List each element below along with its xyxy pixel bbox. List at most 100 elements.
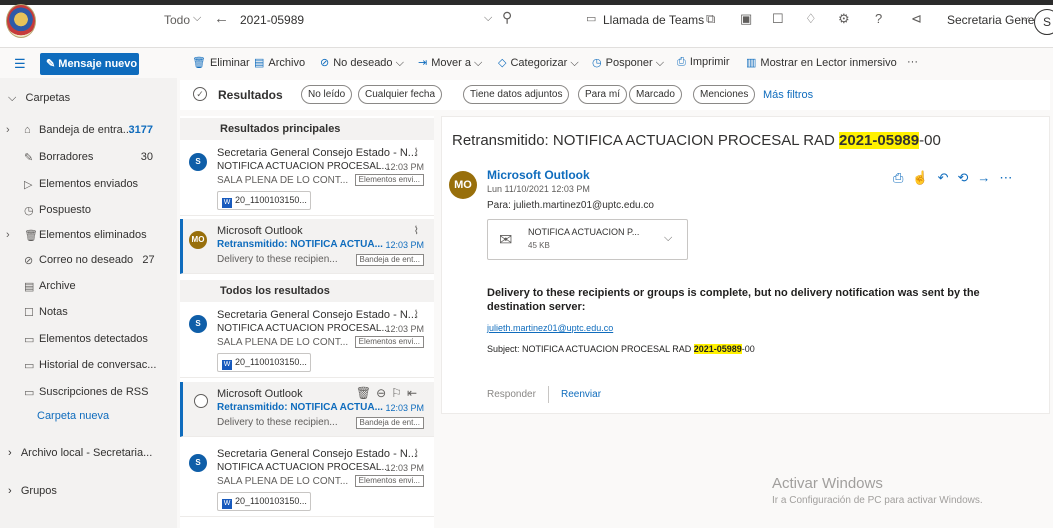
chevron-down-icon[interactable]: ⌵ [664, 232, 672, 245]
gear-icon[interactable]: ⚙ [838, 11, 850, 27]
delete-button[interactable]: 🗑 Eliminar [192, 56, 250, 69]
paperclip-icon: ⌇ [413, 147, 419, 159]
folder-icon: ▭ [24, 387, 35, 399]
list-item[interactable]: S Secretaria General Consejo Estado - N.… [180, 442, 434, 517]
local-archive-header[interactable]: › Archivo local - Secretaria... [8, 447, 152, 459]
folders-header[interactable]: ⌵ Carpetas [8, 92, 70, 105]
folder-tag[interactable]: Elementos envi... [354, 475, 424, 487]
list-item[interactable]: S Secretaria General Consejo Estado - N.… [180, 303, 434, 378]
move-icon: ⇥ [418, 57, 428, 69]
check-circle-icon[interactable]: ✓ [193, 87, 207, 101]
flag-icon[interactable]: ⚐ [391, 386, 407, 400]
filter-has-attachments[interactable]: Tiene datos adjuntos [463, 85, 570, 104]
help-icon[interactable]: ? [875, 11, 882, 26]
teams-call-button[interactable]: Llamada de Teams [603, 13, 704, 27]
word-icon[interactable]: ▣ [740, 11, 752, 27]
attachment-chip[interactable]: W 20_1100103150... [217, 353, 311, 372]
search-input[interactable]: 2021-05989 [240, 13, 304, 27]
reply-icon[interactable]: ↶ [938, 170, 958, 185]
chevron-right-icon[interactable]: › [6, 124, 10, 136]
junk-button[interactable]: ⊘ No deseado ⌵ [320, 56, 404, 70]
megaphone-icon[interactable]: ⊲ [911, 11, 922, 27]
reply-all-icon[interactable]: ⟲ [958, 170, 978, 185]
block-icon: ⊘ [24, 255, 34, 267]
attachment-card[interactable]: ✉ NOTIFICA ACTUACION P... 45 KB ⌵ [487, 219, 688, 260]
like-icon[interactable]: ☝ [912, 170, 937, 185]
sender-name[interactable]: Microsoft Outlook [487, 168, 590, 182]
print-button[interactable]: ⎙ Imprimir [677, 56, 730, 69]
title-text: Retransmitido: NOTIFICA ACTUACION PROCES… [452, 132, 840, 149]
envelope-open-icon[interactable]: ⊖ [376, 386, 391, 400]
list-item[interactable]: S Secretaria General Consejo Estado - N.… [180, 141, 434, 216]
immersive-reader-button[interactable]: ▥ Mostrar en Lector inmersivo [746, 56, 897, 69]
message-time: 12:03 PM [385, 162, 424, 172]
search-scope[interactable]: Todo [164, 13, 190, 27]
folder-tag[interactable]: Bandeja de ent... [355, 254, 424, 266]
junk-label: No deseado [333, 57, 393, 69]
attachment-chip[interactable]: W 20_1100103150... [217, 492, 311, 511]
attachment-name: 20_1100103150... [235, 357, 307, 367]
forward-icon[interactable]: → [977, 170, 999, 185]
chat-icon[interactable]: ⧉ [706, 11, 715, 27]
select-checkbox[interactable] [194, 394, 208, 408]
filter-mentions[interactable]: Menciones [693, 85, 756, 104]
filter-to-me[interactable]: Para mí [578, 85, 628, 104]
chevron-down-icon[interactable]: ⌵ [484, 12, 492, 25]
archive-label: Archivo [268, 57, 306, 69]
message-subject: Retransmitido: NOTIFICA ACTUA... [217, 239, 383, 250]
trash-icon[interactable]: 🗑 [356, 386, 376, 400]
categorize-button[interactable]: ◇ Categorizar ⌵ [498, 56, 579, 70]
hamburger-menu-icon[interactable]: ☰ [14, 56, 26, 72]
new-folder-link[interactable]: Carpeta nueva [37, 410, 109, 422]
chevron-right-icon: › [8, 485, 12, 497]
chevron-right-icon: › [8, 447, 12, 459]
snooze-button[interactable]: ◷ Posponer ⌵ [592, 56, 664, 70]
more-filters-link[interactable]: Más filtros [763, 89, 813, 101]
avatar[interactable]: MO [449, 171, 477, 199]
folder-tag[interactable]: Bandeja de ent... [355, 417, 424, 429]
back-arrow-icon[interactable]: ← [214, 10, 229, 27]
pencil-icon: ✎ [24, 152, 34, 164]
bell-icon[interactable]: ♢ [805, 11, 817, 27]
message-preview: Delivery to these recipien... [217, 254, 338, 265]
pin-icon[interactable]: ⇤ [407, 386, 422, 400]
forward-button[interactable]: Reenviar [561, 389, 601, 400]
top-results-header: Resultados principales [180, 118, 434, 140]
folder-tag[interactable]: Elementos envi... [354, 174, 424, 186]
filter-flagged[interactable]: Marcado [629, 85, 682, 104]
folder-tag[interactable]: Elementos envi... [354, 336, 424, 348]
item-count: 27 [142, 254, 155, 266]
more-icon[interactable]: ⋯ [999, 170, 1021, 185]
avatar[interactable]: S [1034, 9, 1053, 35]
new-message-label: Mensaje nuevo [58, 58, 138, 70]
move-to-button[interactable]: ⇥ Mover a ⌵ [418, 56, 482, 70]
new-message-button[interactable]: ✎ Mensaje nuevo [40, 53, 139, 75]
subject-suffix: -00 [741, 344, 755, 354]
message-sender: Microsoft Outlook [217, 225, 303, 237]
groups-header[interactable]: › Grupos [8, 485, 57, 497]
feedback-icon[interactable]: ☐ [772, 11, 784, 27]
printer-icon[interactable]: ⎙ [893, 170, 912, 185]
more-options-button[interactable]: ··· [907, 56, 918, 68]
filter-unread[interactable]: No leído [301, 85, 353, 104]
list-item[interactable]: Microsoft Outlook 🗑⊖⚐⇤ Retransmitido: NO… [180, 382, 434, 437]
list-item[interactable]: MO Microsoft Outlook ⌇ Retransmitido: NO… [180, 219, 434, 274]
chevron-right-icon[interactable]: › [6, 229, 10, 241]
chevron-down-icon: ⌵ [8, 92, 17, 104]
organization-logo[interactable] [6, 4, 36, 38]
chevron-down-icon[interactable]: ⌵ [1021, 12, 1029, 25]
attachment-name: 20_1100103150... [235, 496, 307, 506]
attachment-chip[interactable]: W 20_1100103150... [217, 191, 311, 210]
subject-text: Subject: NOTIFICA ACTUACION PROCESAL RAD [487, 344, 694, 354]
reply-button[interactable]: Responder [487, 389, 536, 400]
archive-button[interactable]: ▤ Archivo [254, 56, 305, 69]
message-subject: NOTIFICA ACTUACION PROCESAL... [217, 161, 390, 172]
message-sender: Secretaria General Consejo Estado - N... [217, 309, 417, 321]
note-icon: ☐ [24, 307, 34, 319]
recipient-link[interactable]: julieth.martinez01@uptc.edu.co [487, 323, 613, 333]
chevron-down-icon[interactable]: ⌵ [193, 12, 201, 25]
unread-count: 3177 [128, 124, 153, 136]
filter-any-date[interactable]: Cualquier fecha [358, 85, 443, 104]
video-call-icon[interactable]: ▭ [586, 12, 596, 25]
search-icon[interactable]: ⚲ [502, 9, 512, 26]
